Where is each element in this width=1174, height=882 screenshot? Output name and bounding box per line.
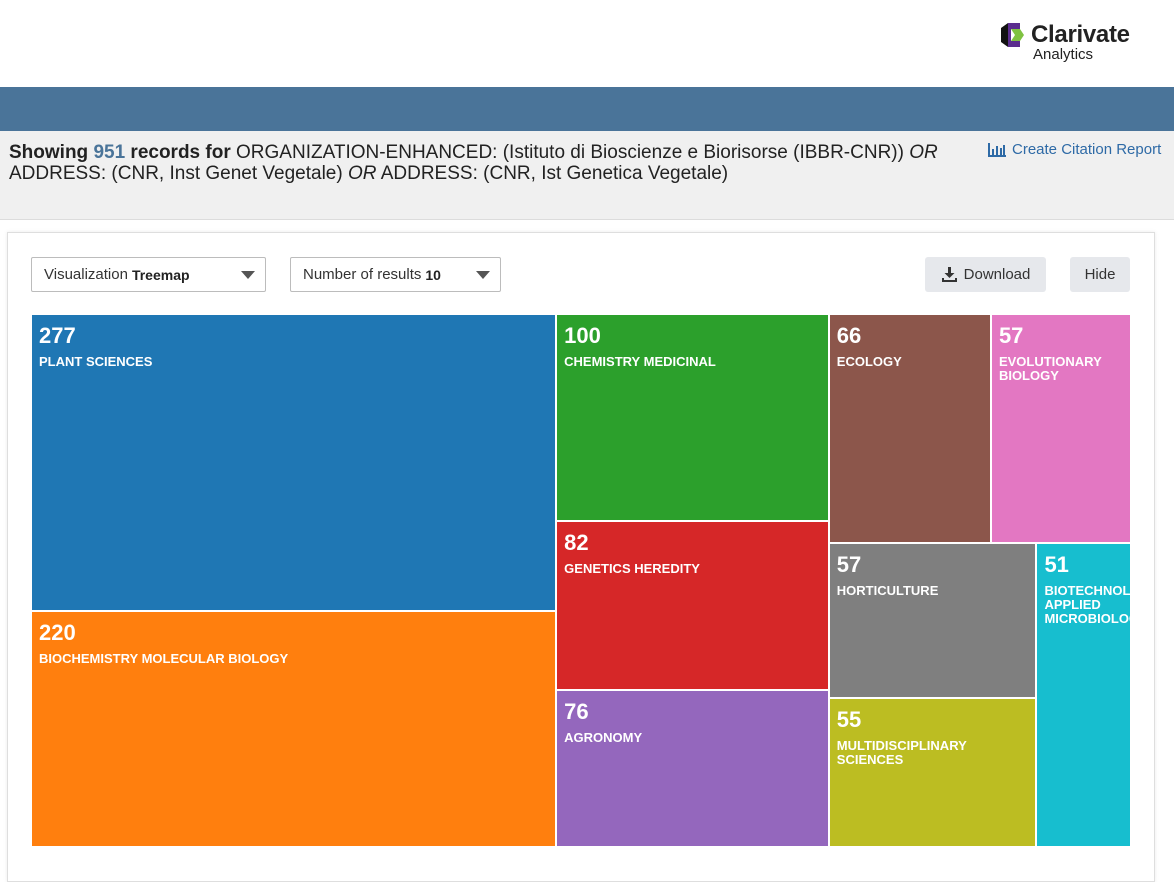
query-operator-1: OR bbox=[909, 142, 938, 163]
results-label: Number of results bbox=[303, 266, 422, 283]
query-field-2: ADDRESS: bbox=[9, 163, 107, 184]
treemap-cell-value: 57 bbox=[998, 323, 1024, 348]
brand-name: Clarivate bbox=[1031, 21, 1130, 48]
clarivate-logo[interactable]: Clarivate Analytics bbox=[998, 20, 1138, 66]
treemap-cell-value: 55 bbox=[836, 706, 862, 732]
query-value-3: (CNR, Ist Genetica Vegetale) bbox=[483, 163, 729, 184]
create-citation-report-link[interactable]: Create Citation Report bbox=[987, 141, 1161, 158]
results-value: 10 bbox=[425, 266, 441, 283]
query-value-1: (Istituto di Bioscienze e Biorisorse (IB… bbox=[502, 142, 904, 163]
query-operator-2: OR bbox=[347, 163, 377, 184]
visualization-value: Treemap bbox=[131, 266, 190, 283]
query-value-2: (CNR, Inst Genet Vegetale) bbox=[111, 163, 343, 184]
clarivate-mark-icon bbox=[1001, 23, 1024, 47]
treemap-cell-biochemistry-molecular-biology[interactable]: 220 BIOCHEMISTRY MOLECULAR BIOLOGY bbox=[31, 611, 557, 847]
treemap-cell-genetics-heredity[interactable]: 82 GENETICS HEREDITY bbox=[556, 520, 829, 690]
download-label: Download bbox=[963, 266, 1031, 283]
treemap-cell-value: 51 bbox=[1044, 552, 1069, 578]
record-count: 951 bbox=[93, 142, 126, 163]
treemap-cell-biotechnology-applied-microbiology[interactable]: 51 BIOTECHNOLOGY APPLIED MICROBIOLOGY bbox=[1036, 543, 1131, 847]
treemap-cell-value: 66 bbox=[836, 323, 862, 348]
chevron-down-icon bbox=[476, 271, 490, 279]
top-header: Clarivate Analytics bbox=[0, 0, 1174, 87]
treemap-cell-value: 277 bbox=[39, 323, 76, 348]
download-button[interactable]: Download bbox=[925, 257, 1046, 292]
treemap-cell-value: 76 bbox=[564, 698, 589, 724]
treemap-cell-ecology[interactable]: 66 ECOLOGY bbox=[828, 314, 991, 544]
citation-report-label: Create Citation Report bbox=[1012, 141, 1162, 158]
visualization-select[interactable]: Visualization Treemap bbox=[31, 257, 266, 292]
treemap-cell-value: 100 bbox=[564, 323, 601, 348]
treemap-cell-label: AGRONOMY bbox=[564, 729, 643, 745]
treemap-cell-label: EVOLUTIONARY BIOLOGY bbox=[998, 354, 1102, 383]
treemap-cell-plant-sciences[interactable]: 277 PLANT SCIENCES bbox=[31, 314, 557, 612]
treemap-cell-agronomy[interactable]: 76 AGRONOMY bbox=[556, 689, 829, 847]
treemap-cell-label: BIOCHEMISTRY MOLECULAR BIOLOGY bbox=[39, 651, 289, 667]
bar-chart-icon bbox=[988, 142, 1006, 157]
treemap-cell-value: 220 bbox=[39, 620, 76, 646]
records-for-label: records for bbox=[130, 142, 231, 163]
visualization-label: Visualization bbox=[44, 266, 128, 283]
treemap-cell-label: PLANT SCIENCES bbox=[39, 354, 153, 369]
treemap-cell-horticulture[interactable]: 57 HORTICULTURE bbox=[828, 543, 1037, 698]
hide-label: Hide bbox=[1084, 266, 1116, 283]
treemap-cell-label: GENETICS HEREDITY bbox=[564, 560, 700, 576]
results-summary-area: Showing 951 records for ORGANIZATION-ENH… bbox=[0, 131, 1174, 220]
treemap-cell-value: 57 bbox=[836, 552, 862, 578]
treemap-cell-label: BIOTECHNOLOGY APPLIED MICROBIOLOGY bbox=[1044, 583, 1131, 627]
treemap-cell-label: CHEMISTRY MEDICINAL bbox=[564, 354, 716, 369]
hide-button[interactable]: Hide bbox=[1070, 257, 1130, 292]
download-icon bbox=[941, 266, 957, 282]
treemap-cell-multidisciplinary-sciences[interactable]: 55 MULTIDISCIPLINARY SCIENCES bbox=[828, 697, 1037, 847]
results-summary: Showing 951 records for ORGANIZATION-ENH… bbox=[9, 142, 969, 184]
treemap-cell-label: ECOLOGY bbox=[836, 354, 902, 369]
number-of-results-select[interactable]: Number of results 10 bbox=[290, 257, 501, 292]
brand-sub: Analytics bbox=[1033, 46, 1094, 63]
nav-band bbox=[0, 87, 1174, 131]
treemap-cell-chemistry-medicinal[interactable]: 100 CHEMISTRY MEDICINAL bbox=[556, 314, 829, 521]
showing-label: Showing bbox=[9, 142, 89, 163]
treemap-cell-label: HORTICULTURE bbox=[836, 583, 939, 599]
chevron-down-icon bbox=[241, 271, 255, 279]
treemap-chart: 277 PLANT SCIENCES 220 BIOCHEMISTRY MOLECUL… bbox=[31, 314, 1131, 847]
query-field-3: ADDRESS: bbox=[380, 163, 478, 184]
treemap-cell-value: 82 bbox=[564, 529, 589, 555]
query-field-1: ORGANIZATION-ENHANCED: bbox=[236, 142, 498, 163]
analysis-panel: Visualization Treemap Number of results … bbox=[7, 232, 1155, 882]
treemap-cell-label: MULTIDISCIPLINARY SCIENCES bbox=[836, 737, 967, 767]
treemap-cell-evolutionary-biology[interactable]: 57 EVOLUTIONARY BIOLOGY bbox=[990, 314, 1131, 544]
